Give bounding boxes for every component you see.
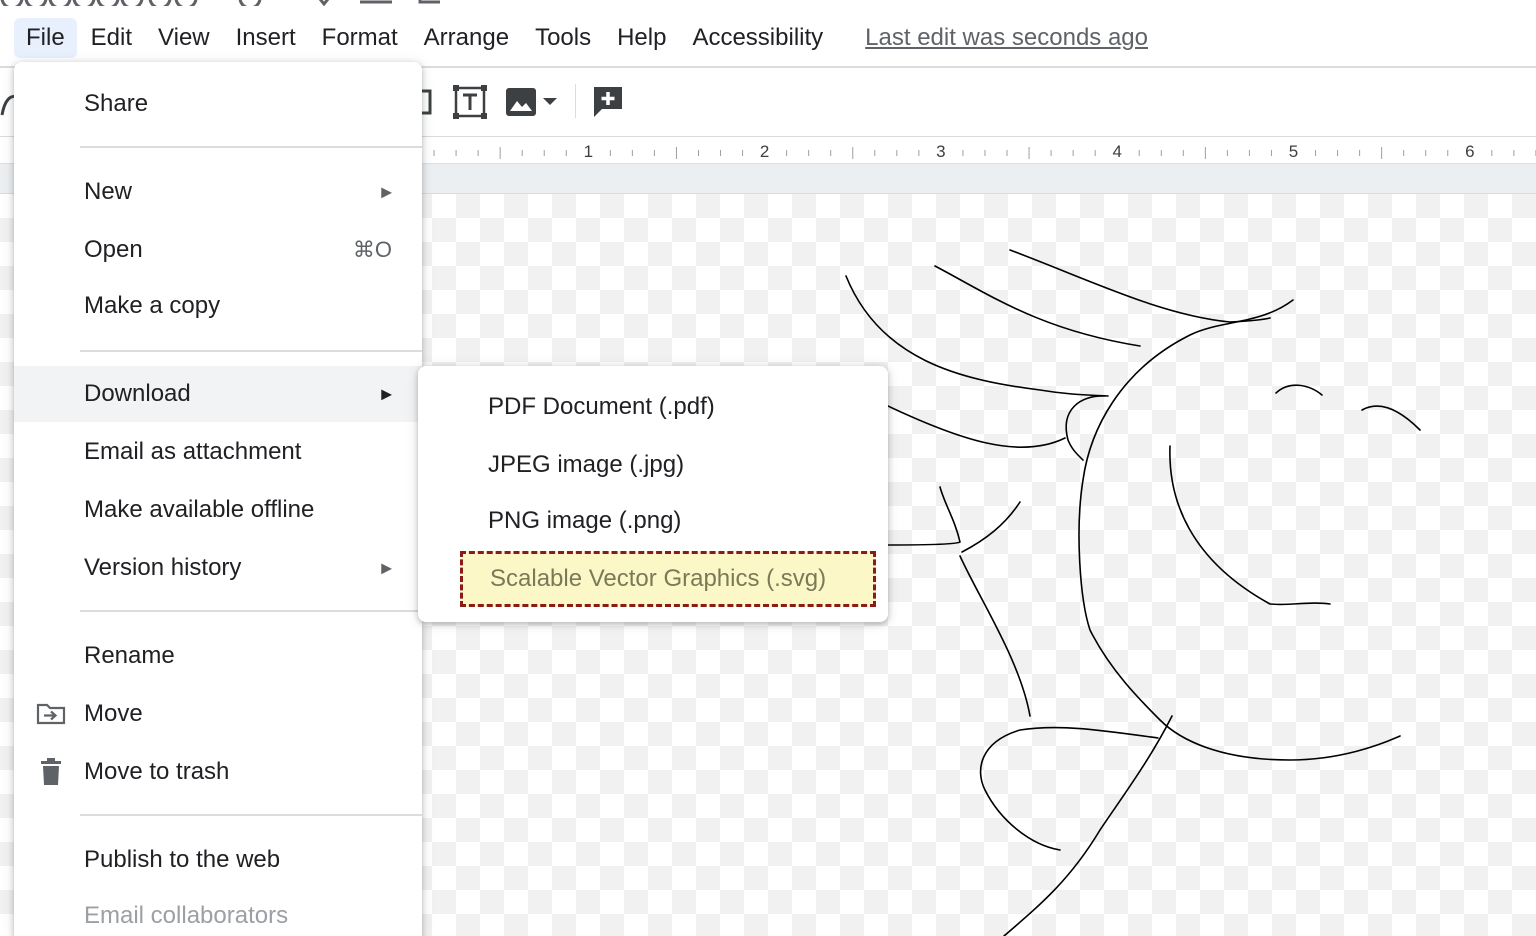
submenu-arrow-icon: ▶: [381, 559, 392, 576]
download-submenu: PDF Document (.pdf) JPEG image (.jpg) PN…: [418, 366, 888, 622]
menu-bar: File Edit View Insert Format Arrange Too…: [0, 10, 1536, 66]
download-pdf-label: PDF Document (.pdf): [488, 393, 715, 420]
menu-item-new-label: New: [84, 178, 133, 205]
menu-item-move-trash[interactable]: Move to trash: [14, 744, 422, 800]
menu-item-make-copy[interactable]: Make a copy: [14, 278, 422, 334]
title-glyphs: [0, 0, 440, 6]
menu-format[interactable]: Format: [310, 18, 410, 58]
last-edit-link[interactable]: Last edit was seconds ago: [865, 24, 1148, 52]
menu-item-make-offline[interactable]: Make available offline: [14, 482, 422, 538]
download-svg[interactable]: Scalable Vector Graphics (.svg): [460, 551, 876, 607]
menu-item-rename[interactable]: Rename: [14, 628, 422, 684]
ruler-label: 4: [1112, 142, 1121, 161]
file-menu: Share New ▶ Open ⌘O Make a copy Download…: [14, 62, 422, 936]
folder-move-icon: [36, 699, 66, 729]
download-svg-label: Scalable Vector Graphics (.svg): [490, 565, 827, 592]
menu-item-email-collaborators: Email collaborators: [14, 888, 422, 936]
menu-item-make-offline-label: Make available offline: [84, 496, 315, 523]
menu-item-download[interactable]: Download ▶: [14, 366, 422, 422]
download-pdf[interactable]: PDF Document (.pdf): [418, 379, 888, 435]
menu-item-email-attachment-label: Email as attachment: [84, 438, 302, 465]
menu-item-version-history[interactable]: Version history ▶: [14, 540, 422, 596]
image-icon[interactable]: [504, 82, 538, 122]
menu-separator: [80, 350, 422, 352]
menu-separator: [80, 146, 422, 148]
open-shortcut: ⌘O: [352, 237, 392, 262]
menu-tools[interactable]: Tools: [523, 18, 603, 58]
menu-accessibility[interactable]: Accessibility: [680, 18, 835, 58]
menu-separator: [80, 610, 422, 612]
download-png[interactable]: PNG image (.png): [418, 493, 888, 549]
submenu-arrow-icon: ▶: [381, 385, 392, 402]
menu-separator: [80, 814, 422, 816]
menu-item-open[interactable]: Open ⌘O: [14, 222, 422, 278]
document-title-fragment: [0, 0, 470, 6]
menu-item-move[interactable]: Move: [14, 686, 422, 742]
ruler-label: 1: [584, 142, 593, 161]
menu-item-move-label: Move: [84, 700, 143, 727]
menu-item-open-label: Open: [84, 236, 143, 263]
trash-icon: [36, 757, 66, 787]
ruler-label: 5: [1289, 142, 1298, 161]
ruler-label: 3: [936, 142, 945, 161]
textbox-icon[interactable]: [452, 82, 488, 122]
menu-edit[interactable]: Edit: [79, 18, 144, 58]
submenu-arrow-icon: ▶: [381, 183, 392, 200]
menu-view[interactable]: View: [146, 18, 222, 58]
menu-item-share-label: Share: [84, 90, 149, 117]
menu-item-publish[interactable]: Publish to the web: [14, 832, 422, 888]
menu-item-rename-label: Rename: [84, 642, 175, 669]
menu-item-move-trash-label: Move to trash: [84, 758, 230, 785]
download-jpg[interactable]: JPEG image (.jpg): [418, 437, 888, 493]
download-jpg-label: JPEG image (.jpg): [488, 451, 685, 478]
menu-item-version-history-label: Version history: [84, 554, 242, 581]
menu-item-new[interactable]: New ▶: [14, 164, 422, 220]
menu-item-email-collaborators-label: Email collaborators: [84, 902, 289, 929]
menu-item-make-copy-label: Make a copy: [84, 292, 221, 319]
menu-item-share[interactable]: Share: [14, 76, 422, 132]
download-png-label: PNG image (.png): [488, 507, 682, 534]
menu-help[interactable]: Help: [605, 18, 678, 58]
ruler-label: 2: [760, 142, 769, 161]
dropdown-caret-icon[interactable]: [540, 82, 560, 122]
menu-item-download-label: Download: [84, 380, 191, 407]
menu-item-publish-label: Publish to the web: [84, 846, 281, 873]
menu-insert[interactable]: Insert: [224, 18, 308, 58]
menu-arrange[interactable]: Arrange: [412, 18, 521, 58]
menu-file[interactable]: File: [14, 18, 77, 58]
ruler-label: 6: [1465, 142, 1474, 161]
menu-item-email-attachment[interactable]: Email as attachment: [14, 424, 422, 480]
toolbar-separator: [575, 84, 576, 118]
add-comment-icon[interactable]: [590, 82, 626, 122]
